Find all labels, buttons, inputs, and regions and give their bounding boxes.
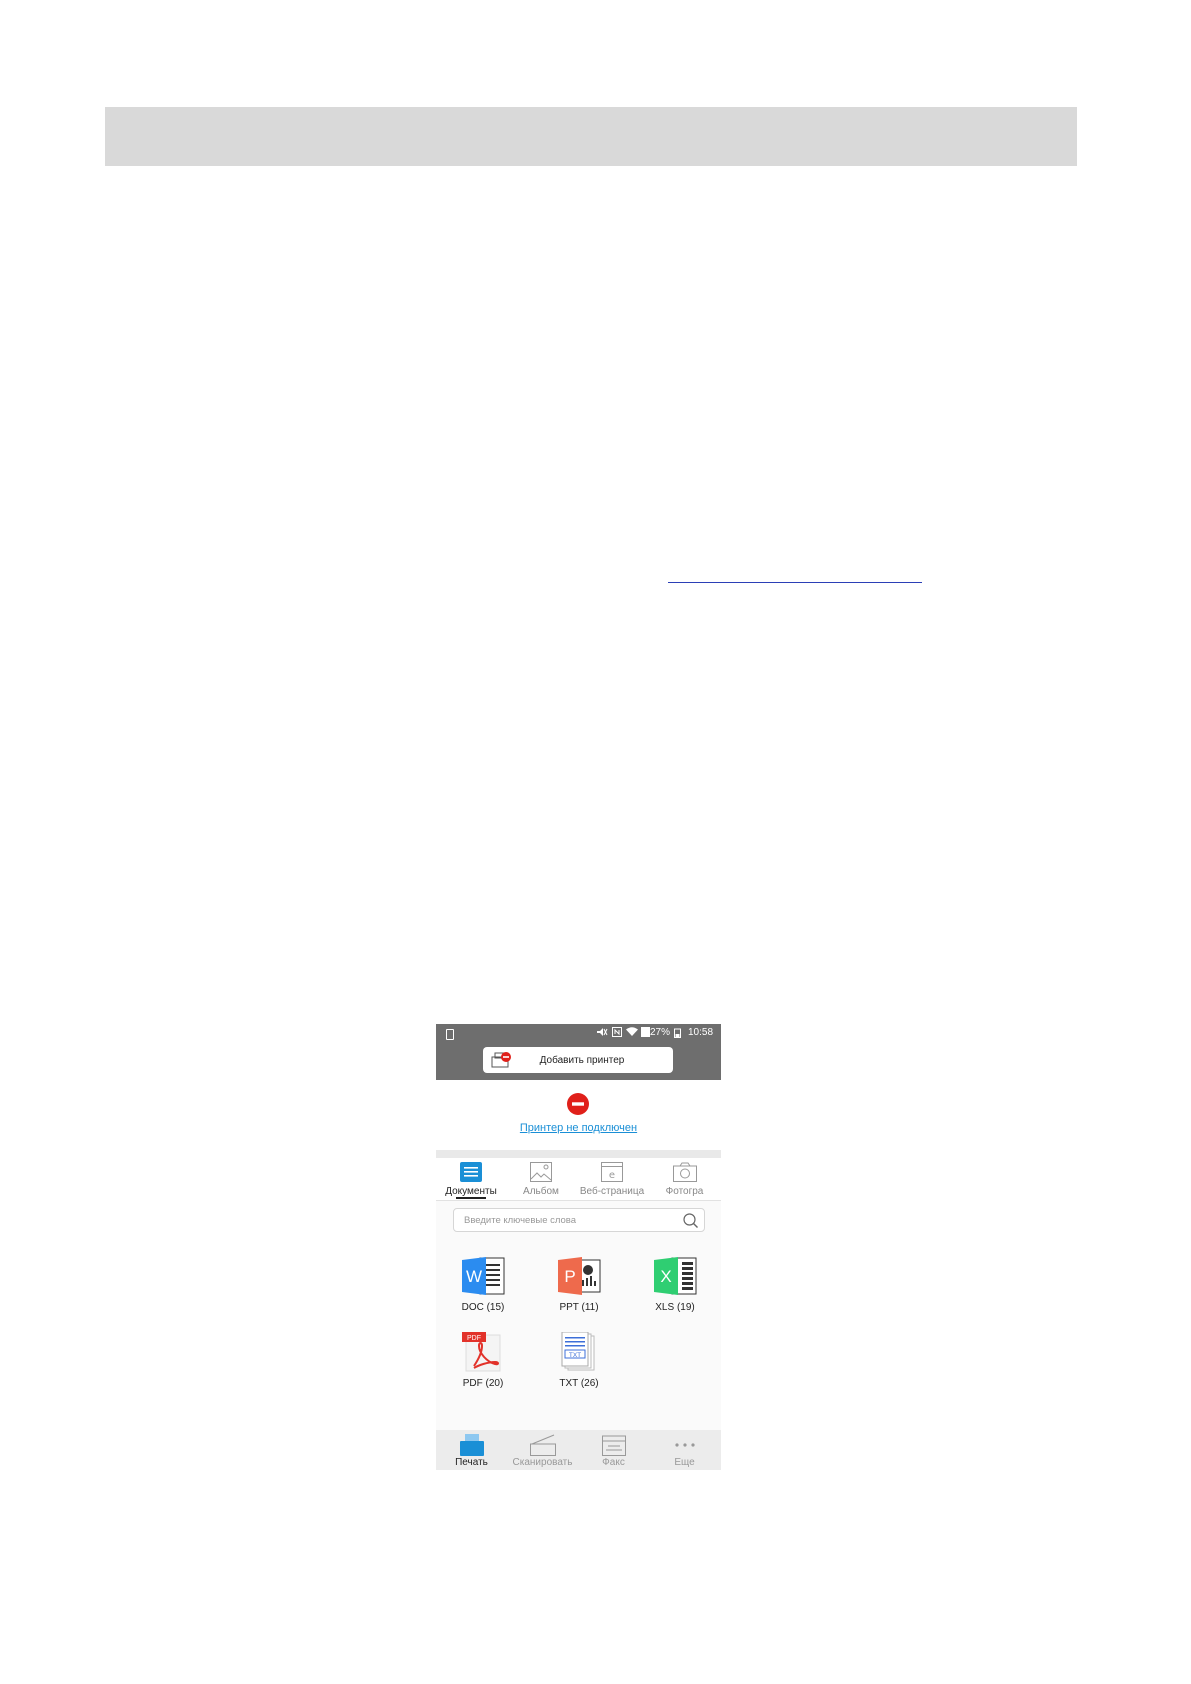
powerpoint-icon: P bbox=[558, 1257, 601, 1295]
active-tab-indicator bbox=[456, 1197, 486, 1199]
svg-text:e: e bbox=[609, 1170, 615, 1181]
nav-fax[interactable]: Факс bbox=[578, 1430, 649, 1470]
search-placeholder: Введите ключевые слова bbox=[464, 1215, 577, 1226]
document-header-bar bbox=[105, 107, 1077, 166]
word-icon: W bbox=[462, 1257, 505, 1295]
tab-album[interactable]: Альбом bbox=[506, 1158, 576, 1200]
txt-icon: TXT bbox=[561, 1332, 595, 1371]
bottom-navigation: Печать Сканировать Факс Еще bbox=[436, 1430, 721, 1470]
nav-more-label: Еще bbox=[674, 1457, 695, 1468]
battery-icon bbox=[674, 1028, 681, 1038]
print-icon bbox=[459, 1434, 484, 1456]
mute-icon bbox=[597, 1028, 608, 1036]
document-icon bbox=[460, 1162, 482, 1182]
nav-print-label: Печать bbox=[455, 1457, 488, 1468]
clock: 10:58 bbox=[688, 1027, 714, 1038]
search-icon[interactable] bbox=[683, 1213, 698, 1228]
search-input[interactable]: Введите ключевые слова bbox=[453, 1208, 705, 1232]
pdf-icon: PDF bbox=[462, 1332, 501, 1372]
nfc-icon bbox=[611, 1027, 622, 1037]
data-icon bbox=[641, 1027, 651, 1037]
web-icon: e bbox=[601, 1162, 623, 1182]
sim-icon bbox=[446, 1029, 454, 1040]
nav-scan[interactable]: Сканировать bbox=[507, 1430, 578, 1470]
status-bar: 27% 10:58 Добавить принтер bbox=[436, 1024, 721, 1080]
tab-album-label: Альбом bbox=[523, 1186, 559, 1197]
battery-percent: 27% bbox=[650, 1027, 671, 1038]
tab-webpage-label: Веб-страница bbox=[579, 1186, 645, 1197]
source-tabs: Документы Альбом e Веб-страница Фотогра bbox=[436, 1158, 721, 1201]
more-icon bbox=[674, 1443, 695, 1447]
svg-text:TXT: TXT bbox=[569, 1352, 581, 1359]
file-type-xls[interactable]: X XLS (19) bbox=[630, 1256, 720, 1316]
file-type-ppt-label: PPT (11) bbox=[559, 1302, 599, 1313]
file-type-txt[interactable]: TXT TXT (26) bbox=[534, 1332, 624, 1392]
document-link-underline[interactable] bbox=[668, 582, 922, 583]
section-separator bbox=[436, 1150, 721, 1158]
file-type-pdf-label: PDF (20) bbox=[462, 1378, 504, 1389]
file-type-pdf[interactable]: PDF PDF (20) bbox=[438, 1332, 528, 1392]
svg-text:W: W bbox=[466, 1267, 482, 1286]
camera-icon bbox=[672, 1162, 697, 1182]
file-type-xls-label: XLS (19) bbox=[655, 1302, 695, 1313]
svg-text:PDF: PDF bbox=[467, 1335, 481, 1342]
image-icon bbox=[530, 1162, 552, 1182]
tab-photo-label: Фотогра bbox=[665, 1186, 704, 1197]
svg-text:P: P bbox=[564, 1267, 575, 1286]
no-entry-icon bbox=[567, 1093, 589, 1115]
phone-screenshot: 27% 10:58 Добавить принтер Принтер не по… bbox=[436, 1024, 721, 1470]
file-type-txt-label: TXT (26) bbox=[559, 1378, 599, 1389]
nav-fax-label: Факс bbox=[602, 1457, 625, 1468]
status-indicator-icons bbox=[596, 1027, 651, 1040]
tab-documents-label: Документы bbox=[445, 1186, 497, 1197]
printer-not-connected-link[interactable]: Принтер не подключен bbox=[436, 1122, 721, 1134]
scan-icon bbox=[529, 1434, 556, 1456]
file-type-doc-label: DOC (15) bbox=[461, 1302, 505, 1313]
tab-documents[interactable]: Документы bbox=[436, 1158, 506, 1200]
nav-scan-label: Сканировать bbox=[512, 1457, 573, 1468]
file-type-doc[interactable]: W DOC (15) bbox=[438, 1256, 528, 1316]
file-type-ppt[interactable]: P PPT (11) bbox=[534, 1256, 624, 1316]
tab-webpage[interactable]: e Веб-страница bbox=[576, 1158, 648, 1200]
printer-status-panel: Принтер не подключен bbox=[436, 1080, 721, 1150]
nav-print[interactable]: Печать bbox=[436, 1430, 507, 1470]
excel-icon: X bbox=[654, 1257, 697, 1295]
nav-more[interactable]: Еще bbox=[649, 1430, 720, 1470]
fax-icon bbox=[601, 1435, 626, 1456]
add-printer-label: Добавить принтер bbox=[539, 1054, 625, 1066]
tab-photo[interactable]: Фотогра bbox=[648, 1158, 721, 1200]
add-printer-button[interactable]: Добавить принтер bbox=[483, 1047, 673, 1073]
wifi-icon bbox=[625, 1027, 638, 1036]
svg-text:X: X bbox=[660, 1267, 671, 1286]
